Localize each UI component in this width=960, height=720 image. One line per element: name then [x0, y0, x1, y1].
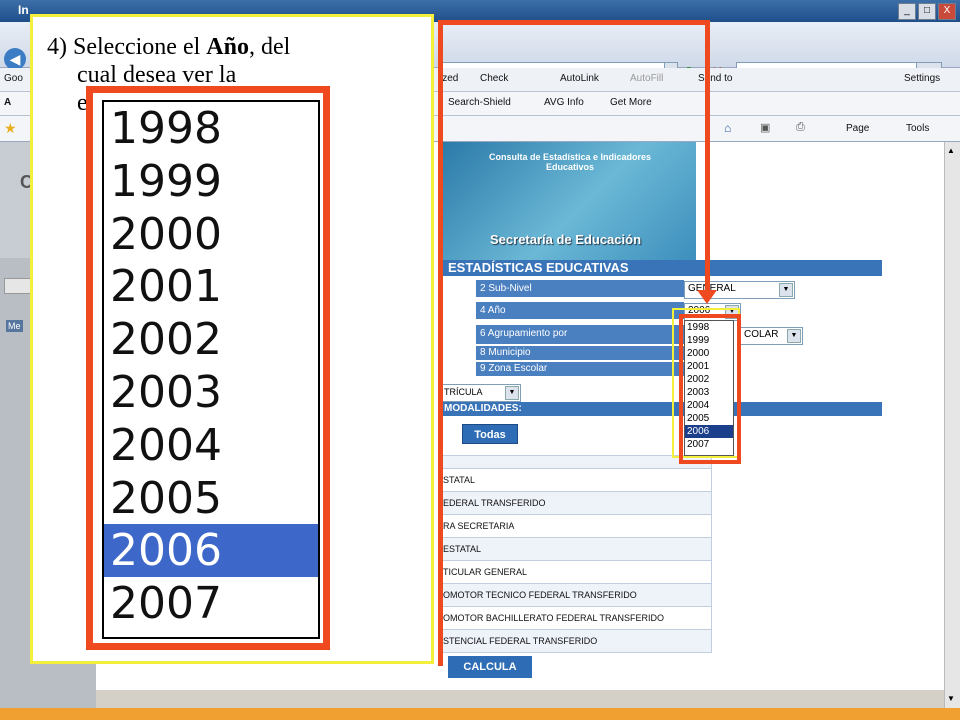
zoomed-year-option: 2002 [110, 314, 222, 366]
back-icon[interactable]: ◀ [4, 48, 26, 70]
banner-title: Secretaría de Educación [490, 232, 642, 247]
list-item[interactable]: STATAL [440, 468, 712, 492]
scroll-up-icon[interactable]: ▲ [947, 146, 955, 155]
todas-button[interactable]: Todas [462, 424, 518, 444]
arrow-line-horizontal-top [438, 20, 710, 25]
scroll-down-icon[interactable]: ▼ [947, 694, 955, 703]
toolbar-left-letter: A [4, 97, 12, 108]
instruction-prefix: 4) Seleccione el [47, 34, 207, 60]
row-label-subnivel: 2 Sub-Nivel [476, 280, 684, 297]
row-label-anio: 4 Año [476, 302, 684, 319]
row-label-agrupamiento: 6 Agrupamiento por [476, 325, 684, 344]
page-menu[interactable]: Page [846, 123, 869, 134]
instruction-suffix: , del [248, 34, 291, 60]
close-button[interactable]: X [938, 3, 956, 20]
arrow-line-vertical-right [705, 20, 710, 292]
zoomed-year-option: 1998 [110, 103, 222, 154]
minimize-button[interactable]: _ [898, 3, 916, 20]
form-header: ESTADÍSTICAS EDUCATIVAS [440, 260, 882, 276]
modalidades-header: MODALIDADES: [440, 402, 882, 416]
autofill-button[interactable]: AutoFill [630, 73, 663, 84]
autolink-button[interactable]: AutoLink [560, 73, 599, 84]
list-item[interactable]: OMOTOR TECNICO FEDERAL TRANSFERIDO [440, 583, 712, 607]
vertical-scrollbar[interactable]: ▲ ▼ [944, 142, 960, 708]
chevron-down-icon: ▼ [787, 329, 801, 343]
row-label-municipio: 8 Municipio [476, 346, 684, 360]
window-title: In [18, 3, 29, 17]
zoomed-year-option: 2001 [110, 261, 222, 313]
arrow-head-icon [697, 290, 717, 304]
matricula-value: TRÍCULA [444, 387, 483, 397]
instruction-line3: e [77, 90, 88, 116]
matricula-select[interactable]: TRÍCULA ▼ [440, 384, 521, 402]
list-item[interactable]: TICULAR GENERAL [440, 560, 712, 584]
list-item[interactable]: EDERAL TRANSFERIDO [440, 491, 712, 515]
calcula-button[interactable]: CALCULA [448, 656, 532, 678]
send-to-button[interactable]: Send to [698, 73, 732, 84]
zoomed-year-option: 2000 [110, 208, 222, 260]
check-button[interactable]: Check [480, 73, 508, 84]
modalidades-list: STATAL EDERAL TRANSFERIDO RA SECRETARIA … [440, 455, 712, 653]
google-toolbar-label: Goo [4, 73, 23, 84]
zoomed-year-option: 2007 [110, 578, 222, 630]
home-icon[interactable]: ⌂ [724, 121, 731, 135]
banner-subtitle: Consulta de Estadística e Indicadores Ed… [488, 152, 652, 172]
chevron-down-icon: ▼ [505, 386, 519, 400]
get-more-button[interactable]: Get More [610, 97, 652, 108]
avg-info-button[interactable]: AVG Info [544, 97, 584, 108]
instruction-bold-word: Año [206, 34, 249, 60]
agrupamiento-value: COLAR [744, 329, 779, 340]
row-label-zona: 9 Zona Escolar [476, 362, 684, 376]
zoomed-year-option: 2006 [104, 524, 318, 578]
tools-menu[interactable]: Tools [906, 123, 929, 134]
list-item[interactable]: ESTATAL [440, 537, 712, 561]
zoomed-year-option: 2004 [110, 419, 222, 471]
year-dropdown-red-frame [679, 314, 741, 464]
bottom-accent-bar [0, 708, 960, 720]
zoomed-year-option: 2005 [110, 472, 222, 524]
zoomed-year-option: 1999 [110, 155, 222, 207]
chevron-down-icon: ▼ [779, 283, 793, 297]
maximize-button[interactable]: □ [918, 3, 936, 20]
feeds-icon[interactable]: ▣ [760, 121, 770, 134]
left-menu-tab[interactable]: Me [6, 320, 23, 332]
settings-button[interactable]: Settings [904, 73, 940, 84]
zoomed-year-list-frame: 1998 1999 2000 2001 2002 2003 2004 2005 2006 2007 [86, 86, 330, 650]
zoomed-year-option: 2003 [110, 366, 222, 418]
zoomed-year-list: 1998 1999 2000 2001 2002 2003 2004 2005 2006 2007 [102, 100, 320, 639]
list-item[interactable]: STENCIAL FEDERAL TRANSFERIDO [440, 629, 712, 653]
list-item[interactable]: OMOTOR BACHILLERATO FEDERAL TRANSFERIDO [440, 606, 712, 630]
agrupamiento-select[interactable]: COLAR ▼ [740, 327, 803, 345]
print-icon[interactable]: ⎙ [796, 121, 805, 134]
search-shield-button[interactable]: Search-Shield [448, 97, 511, 108]
site-banner: Consulta de Estadística e Indicadores Ed… [440, 142, 696, 260]
arrow-line-vertical-left [438, 20, 443, 666]
list-item[interactable]: RA SECRETARIA [440, 514, 712, 538]
favorites-star-icon[interactable]: ★ [4, 120, 17, 137]
instruction-line2: cual desea ver la [77, 62, 237, 88]
